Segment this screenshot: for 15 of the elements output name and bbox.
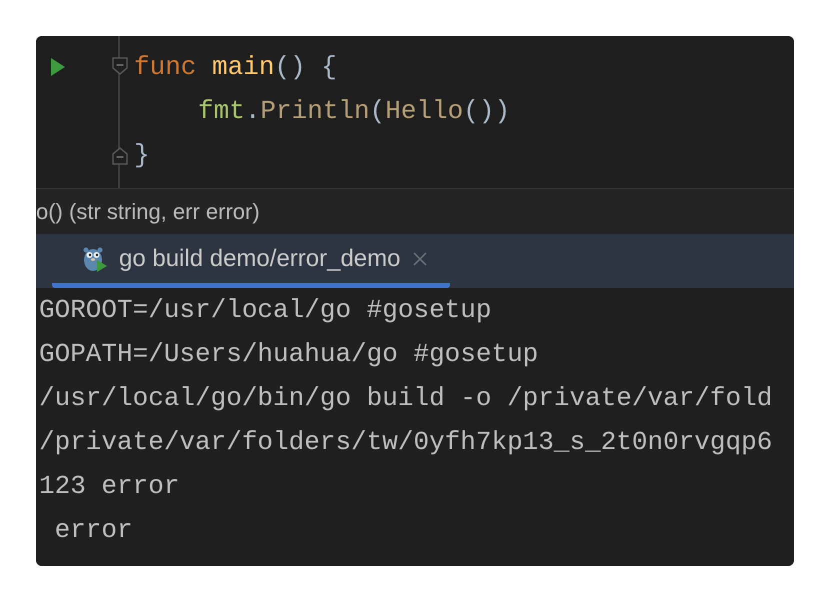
gopher-run-icon <box>82 244 108 272</box>
fold-icon[interactable] <box>112 57 128 77</box>
code-line: fmt.Println(Hello()) <box>197 95 510 128</box>
console-line: 123 error <box>39 470 180 503</box>
code-line: func main() { <box>134 51 337 84</box>
console-line: error <box>54 514 134 547</box>
console-line: GOPATH=/Users/huahua/go #gosetup <box>39 338 540 371</box>
console-line: /usr/local/go/bin/go build -o /private/var/fold <box>39 382 774 415</box>
run-icon[interactable] <box>50 57 66 77</box>
code-line: } <box>134 139 150 172</box>
function-signature: o() (str string, err error) <box>36 198 260 224</box>
console-line: GOROOT=/usr/local/go #gosetup <box>39 294 492 327</box>
console-line: /private/var/folders/tw/0yfh7kp13_s_2t0n0rvgqp6 <box>39 426 774 459</box>
close-icon[interactable] <box>412 250 428 266</box>
fold-icon[interactable] <box>112 145 128 165</box>
